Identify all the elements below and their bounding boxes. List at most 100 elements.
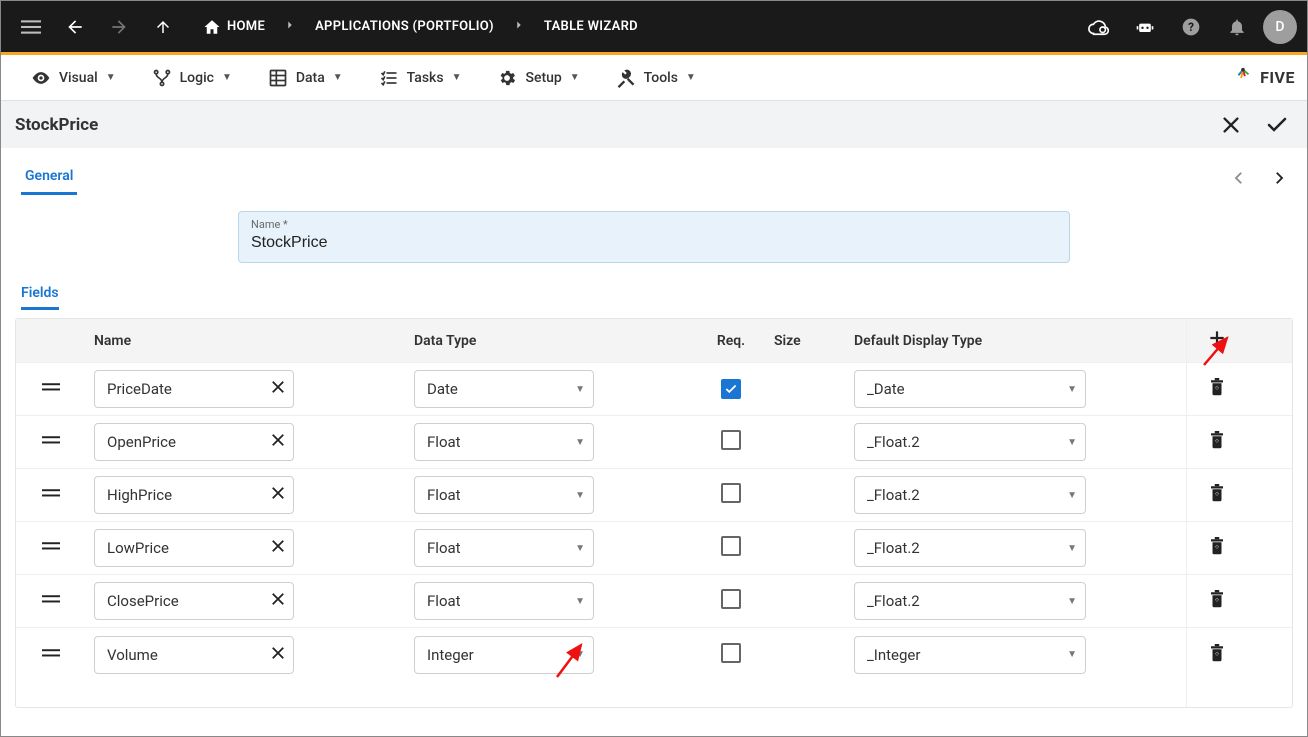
back-button[interactable] bbox=[55, 7, 95, 47]
menu-button[interactable] bbox=[11, 7, 51, 47]
drag-handle[interactable] bbox=[42, 380, 60, 398]
cloud-button[interactable] bbox=[1079, 7, 1119, 47]
clear-name-button[interactable] bbox=[269, 644, 287, 666]
svg-text:?: ? bbox=[1188, 20, 1194, 34]
chat-button[interactable] bbox=[1125, 7, 1165, 47]
display-type-select[interactable]: _Float.2 ▼ bbox=[854, 423, 1086, 461]
col-req-header: Req. bbox=[696, 333, 766, 349]
breadcrumb-home[interactable]: HOME bbox=[193, 12, 275, 42]
name-field[interactable]: Name * bbox=[238, 211, 1070, 263]
top-bar: HOME APPLICATIONS (PORTFOLIO) TABLE WIZA… bbox=[1, 1, 1307, 52]
table-header: Name Data Type Req. Size Default Display… bbox=[16, 319, 1292, 363]
delete-row-button[interactable] bbox=[1208, 430, 1226, 454]
up-button[interactable] bbox=[143, 7, 183, 47]
display-type-select[interactable]: _Float.2 ▼ bbox=[854, 582, 1086, 620]
required-checkbox[interactable] bbox=[721, 430, 741, 450]
clear-name-button[interactable] bbox=[269, 590, 287, 612]
notifications-button[interactable] bbox=[1217, 7, 1257, 47]
chevron-down-icon: ▼ bbox=[575, 596, 585, 607]
col-type-header: Data Type bbox=[406, 333, 696, 349]
display-type-select[interactable]: _Integer ▼ bbox=[854, 636, 1086, 674]
menu-setup[interactable]: Setup▼ bbox=[479, 55, 597, 100]
drag-handle-icon bbox=[42, 592, 60, 606]
data-type-select[interactable]: Date ▼ bbox=[414, 370, 594, 408]
field-name-input[interactable]: PriceDate bbox=[94, 370, 294, 408]
trash-icon bbox=[1208, 483, 1226, 503]
table-row: Volume Integer ▼ _Integer ▼ bbox=[16, 628, 1292, 681]
menu-logic[interactable]: Logic▼ bbox=[134, 55, 250, 100]
data-type-select[interactable]: Float ▼ bbox=[414, 476, 594, 514]
drag-handle[interactable] bbox=[42, 646, 60, 664]
tab-general[interactable]: General bbox=[21, 160, 77, 195]
clear-name-button[interactable] bbox=[269, 431, 287, 453]
grid-icon bbox=[268, 68, 288, 88]
required-checkbox[interactable] bbox=[721, 483, 741, 503]
brand-text: FIVE bbox=[1260, 68, 1295, 87]
tab-fields[interactable]: Fields bbox=[21, 285, 59, 310]
chevron-down-icon: ▼ bbox=[575, 543, 585, 554]
delete-row-button[interactable] bbox=[1208, 589, 1226, 613]
data-type-select[interactable]: Float ▼ bbox=[414, 582, 594, 620]
add-field-button[interactable] bbox=[1207, 328, 1227, 353]
name-input[interactable] bbox=[251, 234, 1057, 252]
drag-handle[interactable] bbox=[42, 592, 60, 610]
delete-row-button[interactable] bbox=[1208, 643, 1226, 667]
delete-row-button[interactable] bbox=[1208, 536, 1226, 560]
tab-prev-button[interactable] bbox=[1225, 164, 1253, 192]
chevron-right-icon bbox=[512, 18, 526, 36]
display-type-select[interactable]: _Float.2 ▼ bbox=[854, 529, 1086, 567]
breadcrumb-wizard[interactable]: TABLE WIZARD bbox=[534, 13, 648, 40]
field-name-input[interactable]: HighPrice bbox=[94, 476, 294, 514]
trash-icon bbox=[1208, 536, 1226, 556]
data-type-select[interactable]: Integer ▼ bbox=[414, 636, 594, 674]
data-type-select[interactable]: Float ▼ bbox=[414, 529, 594, 567]
delete-row-button[interactable] bbox=[1208, 377, 1226, 401]
col-name-header: Name bbox=[86, 333, 406, 349]
help-button[interactable]: ? bbox=[1171, 7, 1211, 47]
field-name-input[interactable]: LowPrice bbox=[94, 529, 294, 567]
data-type-value: Float bbox=[427, 433, 575, 451]
drag-handle[interactable] bbox=[42, 486, 60, 504]
menu-tasks[interactable]: Tasks▼ bbox=[361, 55, 480, 100]
clear-name-button[interactable] bbox=[269, 537, 287, 559]
field-name-input[interactable]: ClosePrice bbox=[94, 582, 294, 620]
chevron-down-icon: ▼ bbox=[575, 490, 585, 501]
required-checkbox[interactable] bbox=[721, 589, 741, 609]
required-checkbox[interactable] bbox=[721, 643, 741, 663]
data-type-value: Float bbox=[427, 592, 575, 610]
col-disp-header: Default Display Type bbox=[846, 333, 1186, 349]
check-icon bbox=[1265, 113, 1289, 137]
required-checkbox[interactable] bbox=[721, 536, 741, 556]
menu-data[interactable]: Data▼ bbox=[250, 55, 361, 100]
breadcrumb-applications[interactable]: APPLICATIONS (PORTFOLIO) bbox=[305, 13, 504, 40]
field-name-input[interactable]: Volume bbox=[94, 636, 294, 674]
menu-visual[interactable]: Visual▼ bbox=[13, 55, 134, 100]
breadcrumb-wizard-label: TABLE WIZARD bbox=[544, 19, 638, 34]
chevron-down-icon: ▼ bbox=[333, 72, 343, 83]
clear-name-button[interactable] bbox=[269, 484, 287, 506]
table-row: LowPrice Float ▼ _Float.2 ▼ bbox=[16, 522, 1292, 575]
display-type-value: _Float.2 bbox=[867, 539, 1067, 557]
close-button[interactable] bbox=[1215, 109, 1247, 141]
delete-row-button[interactable] bbox=[1208, 483, 1226, 507]
bell-icon bbox=[1227, 17, 1247, 37]
display-type-select[interactable]: _Date ▼ bbox=[854, 370, 1086, 408]
menu-tools-label: Tools bbox=[644, 70, 678, 86]
tab-next-button[interactable] bbox=[1265, 164, 1293, 192]
clear-name-button[interactable] bbox=[269, 378, 287, 400]
display-type-select[interactable]: _Float.2 ▼ bbox=[854, 476, 1086, 514]
field-name-input[interactable]: OpenPrice bbox=[94, 423, 294, 461]
trash-icon bbox=[1208, 430, 1226, 450]
save-button[interactable] bbox=[1261, 109, 1293, 141]
breadcrumb-home-label: HOME bbox=[227, 19, 265, 34]
drag-handle[interactable] bbox=[42, 433, 60, 451]
required-checkbox[interactable] bbox=[721, 379, 741, 399]
avatar[interactable]: D bbox=[1263, 10, 1297, 44]
field-name-value: HighPrice bbox=[107, 486, 269, 504]
menu-tools[interactable]: Tools▼ bbox=[598, 55, 714, 100]
field-name-value: OpenPrice bbox=[107, 433, 269, 451]
chevron-left-icon bbox=[1230, 169, 1248, 187]
field-name-value: ClosePrice bbox=[107, 592, 269, 610]
data-type-select[interactable]: Float ▼ bbox=[414, 423, 594, 461]
drag-handle[interactable] bbox=[42, 539, 60, 557]
